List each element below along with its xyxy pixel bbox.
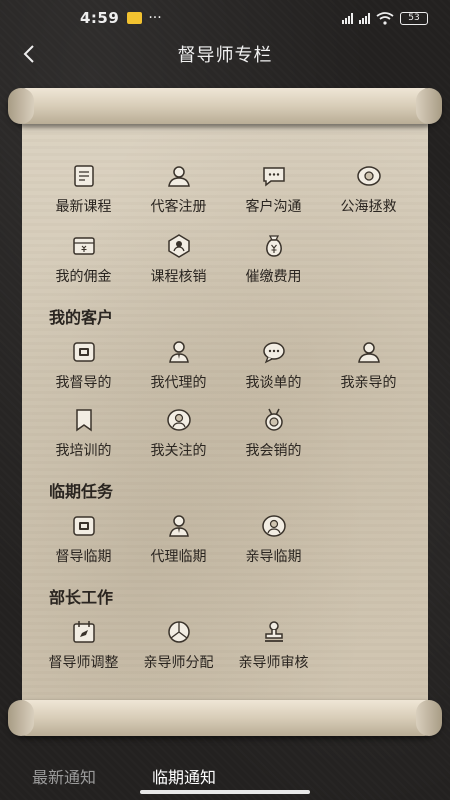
minister-supervisor-adjust[interactable]: 督导师调整: [36, 620, 131, 672]
home-indicator: [140, 790, 310, 794]
section-title-expiring-tasks: 临期任务: [49, 482, 114, 501]
item-label: 我代理的: [150, 375, 207, 391]
wallet-icon: [72, 234, 96, 258]
person-icon: [357, 340, 381, 364]
section-title-my-customers: 我的客户: [49, 308, 114, 327]
menu-rescue[interactable]: 公海拯救: [321, 164, 416, 216]
customer-agent[interactable]: 我代理的: [131, 340, 226, 392]
item-label: 督导临期: [55, 549, 112, 565]
id-card-icon: [72, 514, 96, 538]
item-label: 我培训的: [55, 443, 112, 459]
menu-register[interactable]: 代客注册: [131, 164, 226, 216]
item-label: 客户沟通: [245, 199, 302, 215]
item-label: 亲导师审核: [238, 655, 309, 671]
scroll-roll-top: [8, 88, 442, 124]
signal-icon-2: [359, 12, 370, 24]
bookmark-icon: [72, 408, 96, 432]
item-label: 我的佣金: [55, 269, 112, 285]
minister-row-1: 督导师调整 亲导师分配 亲导师审核: [36, 620, 416, 672]
header: 督导师专栏: [0, 36, 450, 72]
page-title: 督导师专栏: [177, 45, 273, 66]
status-right: 53: [342, 11, 428, 25]
customer-supervised[interactable]: 我督导的: [36, 340, 131, 392]
document-icon: [72, 164, 96, 188]
item-label: 我会销的: [245, 443, 302, 459]
customer-followed[interactable]: 我关注的: [131, 408, 226, 460]
item-label: 课程核销: [150, 269, 207, 285]
customer-sales-meeting[interactable]: 我会销的: [226, 408, 321, 460]
menu-communication[interactable]: 客户沟通: [226, 164, 321, 216]
tab-expiring-notice[interactable]: 临期通知: [152, 764, 216, 788]
customers-row-1: 我督导的 我代理的 我谈单的 我亲导的: [36, 340, 416, 392]
task-guide-expiring[interactable]: 亲导临期: [226, 514, 321, 566]
item-label: 我关注的: [150, 443, 207, 459]
pie-chart-icon: [167, 620, 191, 644]
item-label: 亲导临期: [245, 549, 302, 565]
back-arrow-icon[interactable]: [20, 44, 40, 64]
tab-latest-notice[interactable]: 最新通知: [32, 764, 96, 788]
agent-icon: [167, 514, 191, 538]
status-dots: ···: [148, 10, 162, 26]
item-label: 代理临期: [150, 549, 207, 565]
user-icon: [167, 164, 191, 188]
menu-latest-course[interactable]: 最新课程: [36, 164, 131, 216]
minister-guide-review[interactable]: 亲导师审核: [226, 620, 321, 672]
signal-icon: [342, 12, 353, 24]
wifi-icon: [376, 11, 394, 25]
item-label: 我谈单的: [245, 375, 302, 391]
item-label: 代客注册: [150, 199, 207, 215]
customer-personal-guide[interactable]: 我亲导的: [321, 340, 416, 392]
item-label: 我亲导的: [340, 375, 397, 391]
follow-icon: [166, 408, 191, 432]
menu-course-verify[interactable]: 课程核销: [131, 234, 226, 286]
hexagon-icon: [167, 234, 191, 258]
follow-icon: [261, 514, 286, 538]
notification-icon: [127, 12, 143, 24]
medal-icon: [262, 408, 286, 432]
battery-icon: 53: [400, 11, 428, 25]
speech-bubble-icon: [262, 340, 286, 364]
calendar-edit-icon: [72, 620, 96, 644]
chat-icon: [262, 164, 286, 188]
status-time: 4:59: [80, 9, 120, 27]
menu-commission[interactable]: 我的佣金: [36, 234, 131, 286]
minister-guide-assign[interactable]: 亲导师分配: [131, 620, 226, 672]
item-label: 公海拯救: [340, 199, 397, 215]
item-label: 督导师调整: [48, 655, 119, 671]
menu-row-1: 最新课程 代客注册 客户沟通 公海拯救: [36, 164, 416, 216]
item-label: 催缴费用: [245, 269, 302, 285]
menu-row-2: 我的佣金 课程核销 催缴费用: [36, 234, 416, 286]
customers-row-2: 我培训的 我关注的 我会销的: [36, 408, 416, 460]
stamp-icon: [262, 620, 286, 644]
expiring-row-1: 督导临期 代理临期 亲导临期: [36, 514, 416, 566]
menu-fee-reminder[interactable]: 催缴费用: [226, 234, 321, 286]
task-supervise-expiring[interactable]: 督导临期: [36, 514, 131, 566]
money-bag-icon: [262, 234, 286, 258]
task-agent-expiring[interactable]: 代理临期: [131, 514, 226, 566]
customer-trained[interactable]: 我培训的: [36, 408, 131, 460]
status-bar: 4:59 ··· 53: [0, 0, 450, 36]
lifebuoy-icon: [356, 164, 381, 188]
item-label: 最新课程: [55, 199, 112, 215]
item-label: 亲导师分配: [143, 655, 214, 671]
id-card-icon: [72, 340, 96, 364]
agent-icon: [167, 340, 191, 364]
section-title-minister-work: 部长工作: [49, 588, 114, 607]
scroll-roll-bottom: [8, 700, 442, 736]
item-label: 我督导的: [55, 375, 112, 391]
customer-negotiated[interactable]: 我谈单的: [226, 340, 321, 392]
